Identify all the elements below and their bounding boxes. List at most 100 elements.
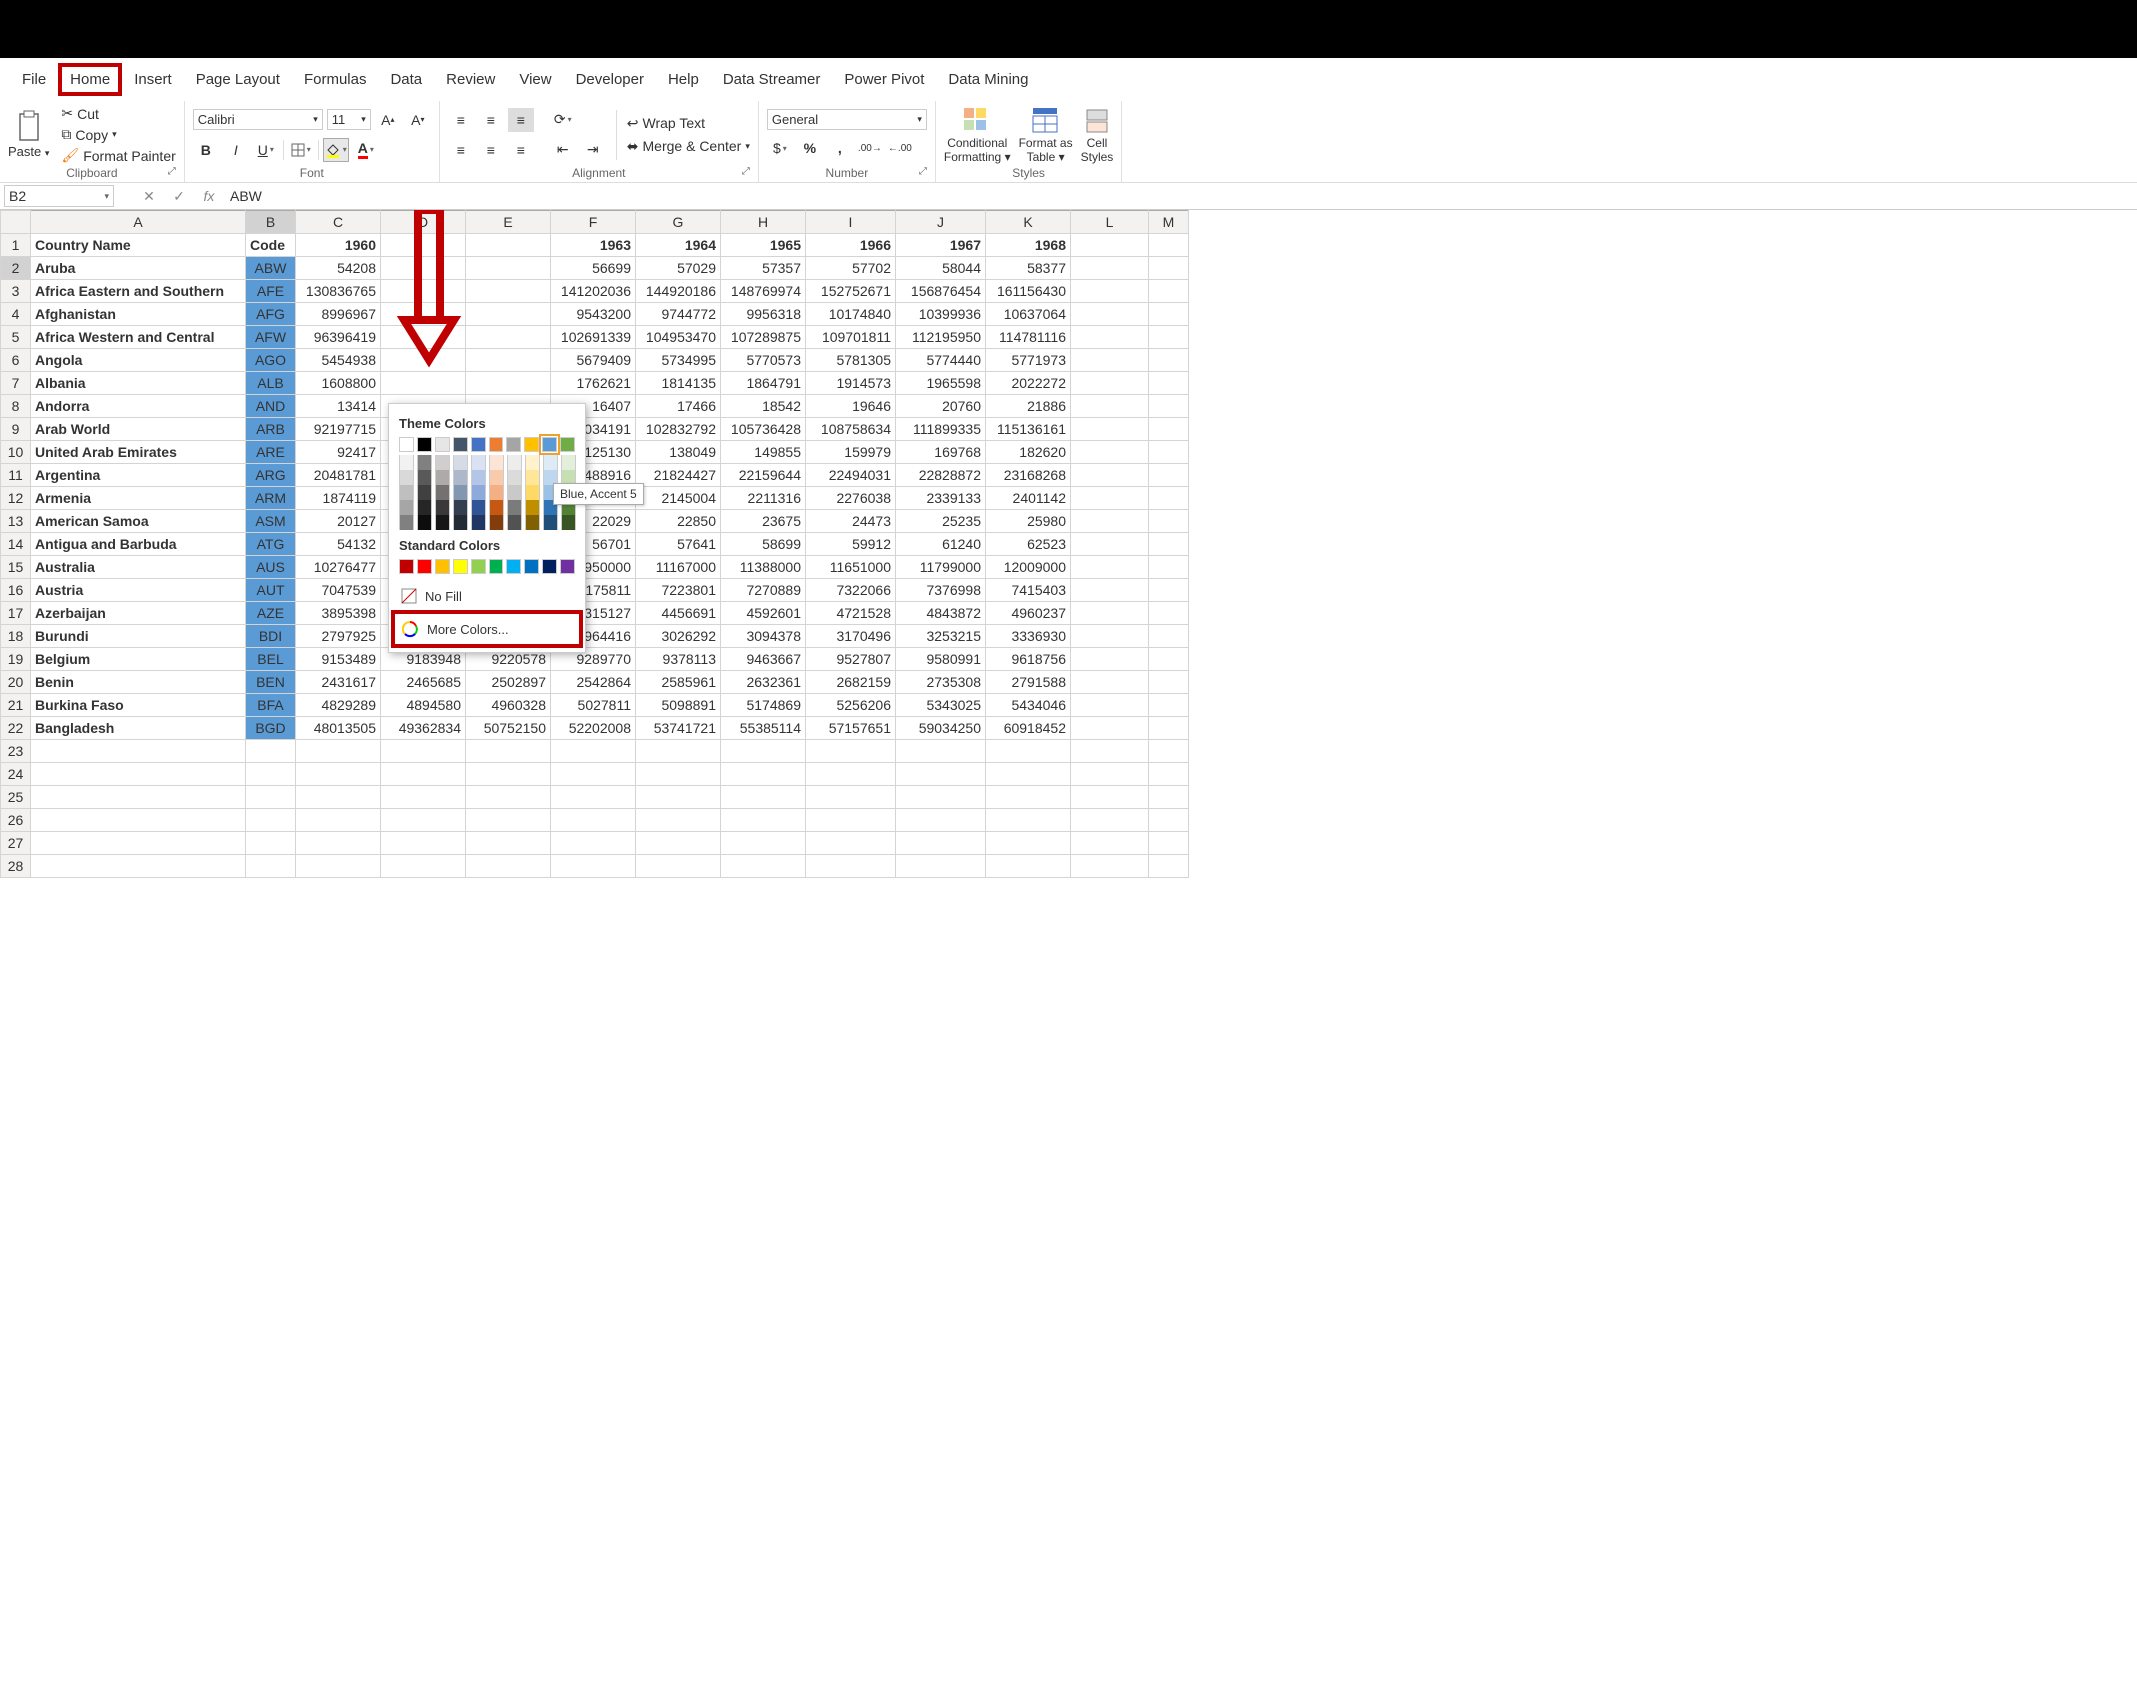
color-swatch[interactable]	[399, 500, 414, 515]
cell-I28[interactable]	[806, 855, 896, 878]
cell-E5[interactable]	[466, 326, 551, 349]
cell-F25[interactable]	[551, 786, 636, 809]
cell-K7[interactable]: 2022272	[986, 372, 1071, 395]
cell-D4[interactable]	[381, 303, 466, 326]
cell-K11[interactable]: 23168268	[986, 464, 1071, 487]
color-swatch[interactable]	[417, 500, 432, 515]
format-as-table-button[interactable]: Format asTable ▾	[1019, 106, 1073, 164]
accounting-format-button[interactable]: $	[767, 136, 793, 160]
cell-M2[interactable]	[1149, 257, 1189, 280]
color-swatch[interactable]	[542, 559, 557, 574]
cell-H13[interactable]: 23675	[721, 510, 806, 533]
tab-datastreamer[interactable]: Data Streamer	[711, 63, 833, 96]
cell-J10[interactable]: 169768	[896, 441, 986, 464]
cell-G28[interactable]	[636, 855, 721, 878]
fill-color-button[interactable]	[323, 138, 349, 162]
row-header-22[interactable]: 22	[1, 717, 31, 740]
formula-input[interactable]: ABW	[224, 186, 2133, 206]
cell-I4[interactable]: 10174840	[806, 303, 896, 326]
color-swatch[interactable]	[471, 559, 486, 574]
cell-L2[interactable]	[1071, 257, 1149, 280]
cell-I15[interactable]: 11651000	[806, 556, 896, 579]
cell-H10[interactable]: 149855	[721, 441, 806, 464]
cell-A11[interactable]: Argentina	[31, 464, 246, 487]
increase-indent-icon[interactable]: ⇥	[580, 138, 606, 162]
color-swatch[interactable]	[435, 455, 450, 470]
cell-A12[interactable]: Armenia	[31, 487, 246, 510]
row-header-1[interactable]: 1	[1, 234, 31, 257]
cell-F3[interactable]: 141202036	[551, 280, 636, 303]
cell-J15[interactable]: 11799000	[896, 556, 986, 579]
tab-home[interactable]: Home	[58, 63, 122, 96]
cell-E2[interactable]	[466, 257, 551, 280]
cell-M17[interactable]	[1149, 602, 1189, 625]
cell-L7[interactable]	[1071, 372, 1149, 395]
row-header-5[interactable]: 5	[1, 326, 31, 349]
col-header-E[interactable]: E	[466, 211, 551, 234]
cell-A27[interactable]	[31, 832, 246, 855]
cell-G17[interactable]: 4456691	[636, 602, 721, 625]
row-header-25[interactable]: 25	[1, 786, 31, 809]
cell-B22[interactable]: BGD	[246, 717, 296, 740]
color-swatch[interactable]	[417, 455, 432, 470]
cell-I27[interactable]	[806, 832, 896, 855]
cell-H4[interactable]: 9956318	[721, 303, 806, 326]
cell-B15[interactable]: AUS	[246, 556, 296, 579]
cell-M13[interactable]	[1149, 510, 1189, 533]
cell-K28[interactable]	[986, 855, 1071, 878]
cell-E20[interactable]: 2502897	[466, 671, 551, 694]
cell-K19[interactable]: 9618756	[986, 648, 1071, 671]
cell-H27[interactable]	[721, 832, 806, 855]
tab-file[interactable]: File	[10, 63, 58, 96]
cell-M10[interactable]	[1149, 441, 1189, 464]
cell-J5[interactable]: 112195950	[896, 326, 986, 349]
cell-A6[interactable]: Angola	[31, 349, 246, 372]
cell-I23[interactable]	[806, 740, 896, 763]
cell-M12[interactable]	[1149, 487, 1189, 510]
cell-G3[interactable]: 144920186	[636, 280, 721, 303]
cell-C1[interactable]: 1960	[296, 234, 381, 257]
cell-K17[interactable]: 4960237	[986, 602, 1071, 625]
cell-K13[interactable]: 25980	[986, 510, 1071, 533]
color-swatch[interactable]	[435, 437, 450, 452]
row-header-18[interactable]: 18	[1, 625, 31, 648]
row-header-3[interactable]: 3	[1, 280, 31, 303]
tab-help[interactable]: Help	[656, 63, 711, 96]
color-swatch[interactable]	[489, 437, 504, 452]
cell-C3[interactable]: 130836765	[296, 280, 381, 303]
cell-A1[interactable]: Country Name	[31, 234, 246, 257]
row-header-13[interactable]: 13	[1, 510, 31, 533]
cell-K5[interactable]: 114781116	[986, 326, 1071, 349]
cell-H26[interactable]	[721, 809, 806, 832]
cell-E25[interactable]	[466, 786, 551, 809]
row-header-16[interactable]: 16	[1, 579, 31, 602]
cell-B13[interactable]: ASM	[246, 510, 296, 533]
cell-C24[interactable]	[296, 763, 381, 786]
cell-M23[interactable]	[1149, 740, 1189, 763]
cell-G5[interactable]: 104953470	[636, 326, 721, 349]
merge-center-button[interactable]: ⬌Merge & Center ▾	[627, 138, 750, 155]
cell-B26[interactable]	[246, 809, 296, 832]
cell-I25[interactable]	[806, 786, 896, 809]
tab-review[interactable]: Review	[434, 63, 507, 96]
color-swatch[interactable]	[507, 500, 522, 515]
clipboard-expand-icon[interactable]: ⤢	[168, 166, 176, 177]
cell-A17[interactable]: Azerbaijan	[31, 602, 246, 625]
cell-A2[interactable]: Aruba	[31, 257, 246, 280]
cell-B12[interactable]: ARM	[246, 487, 296, 510]
cell-M25[interactable]	[1149, 786, 1189, 809]
cell-I1[interactable]: 1966	[806, 234, 896, 257]
color-swatch[interactable]	[471, 437, 486, 452]
cell-I14[interactable]: 59912	[806, 533, 896, 556]
cell-I19[interactable]: 9527807	[806, 648, 896, 671]
color-swatch[interactable]	[453, 485, 468, 500]
cell-H20[interactable]: 2632361	[721, 671, 806, 694]
align-center-icon[interactable]: ≡	[478, 138, 504, 162]
cell-K14[interactable]: 62523	[986, 533, 1071, 556]
cell-I12[interactable]: 2276038	[806, 487, 896, 510]
color-swatch[interactable]	[489, 485, 504, 500]
cell-H22[interactable]: 55385114	[721, 717, 806, 740]
cell-J19[interactable]: 9580991	[896, 648, 986, 671]
cell-B2[interactable]: ABW	[246, 257, 296, 280]
cell-G13[interactable]: 22850	[636, 510, 721, 533]
